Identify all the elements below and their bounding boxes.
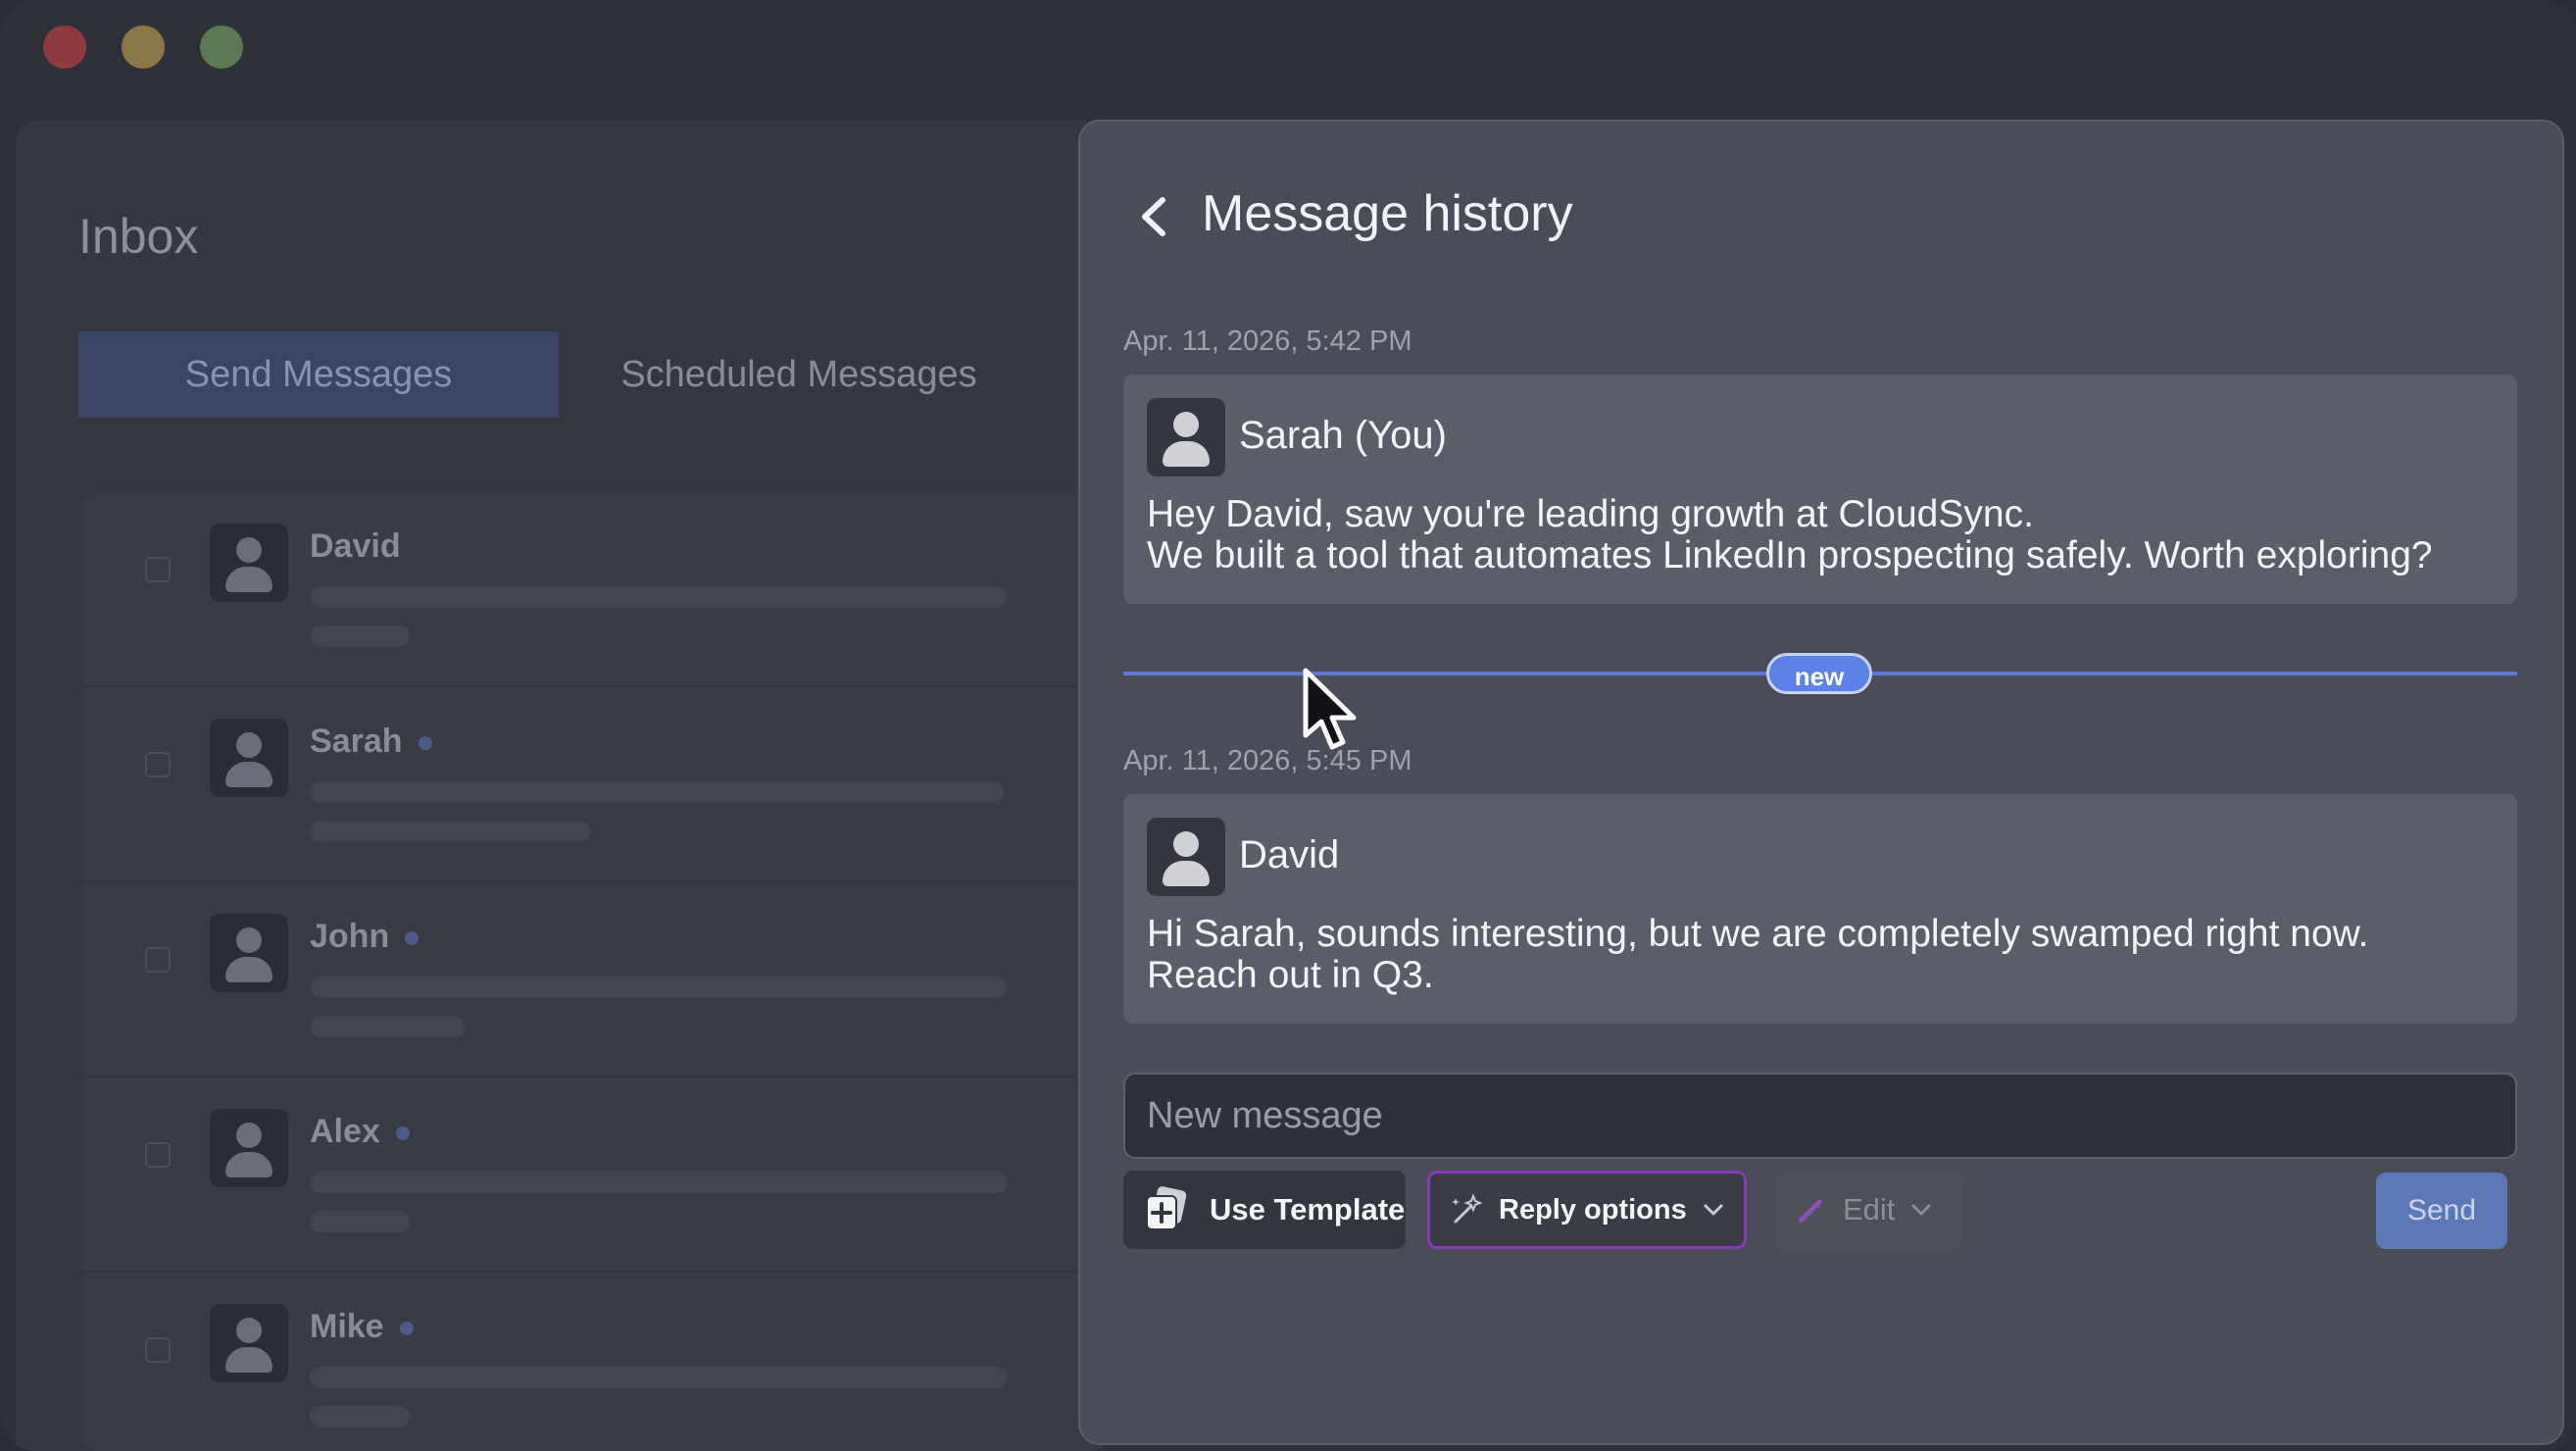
contact-name: John — [310, 918, 420, 956]
edit-dropdown[interactable]: Edit — [1776, 1171, 1962, 1249]
avatar — [210, 1109, 288, 1187]
online-indicator — [418, 736, 432, 751]
row-checkbox[interactable] — [145, 1337, 171, 1363]
tab-send-messages[interactable]: Send Messages — [78, 331, 559, 418]
chevron-down-icon — [1911, 1204, 1931, 1216]
avatar — [210, 719, 288, 797]
message-timestamp: Apr. 11, 2026, 5:45 PM — [1123, 745, 1412, 776]
contact-name: Sarah — [310, 723, 432, 761]
back-arrow-icon[interactable] — [1133, 192, 1176, 241]
edit-label: Edit — [1843, 1192, 1896, 1226]
avatar — [210, 524, 288, 602]
panel-title: Message history — [1202, 185, 1573, 242]
avatar — [210, 914, 288, 992]
message-timestamp: Apr. 11, 2026, 5:42 PM — [1123, 325, 1412, 357]
minimize-window-button[interactable] — [122, 25, 165, 69]
row-checkbox[interactable] — [145, 947, 171, 973]
contact-row-david[interactable]: David — [82, 492, 1104, 687]
contact-row-sarah[interactable]: Sarah — [82, 687, 1104, 882]
close-window-button[interactable] — [43, 25, 86, 69]
avatar — [1147, 818, 1225, 896]
message-preview-placeholder — [310, 976, 1008, 998]
message-sender: David — [1239, 833, 1340, 876]
message-preview-placeholder — [310, 1211, 410, 1232]
avatar — [210, 1304, 288, 1382]
tab-scheduled-messages[interactable]: Scheduled Messages — [559, 331, 1039, 418]
contact-name: David — [310, 527, 401, 565]
pencil-icon — [1799, 1199, 1822, 1223]
contact-row-mike[interactable]: Mike — [82, 1273, 1104, 1451]
contact-row-john[interactable]: John — [82, 882, 1104, 1077]
app-window: Inbox Send Messages Scheduled Messages D… — [0, 0, 2576, 1451]
message-text: Hey David, saw you're leading growth at … — [1147, 493, 2433, 576]
online-indicator — [405, 931, 420, 946]
contact-list: David Sarah John Alex Mike — [82, 492, 1104, 1451]
message-preview-placeholder — [310, 1172, 1008, 1193]
avatar — [1147, 398, 1225, 476]
magic-wand-icon — [1452, 1193, 1483, 1224]
online-indicator — [395, 1126, 410, 1141]
inbox-title: Inbox — [78, 209, 199, 264]
inbox-tabs: Send Messages Scheduled Messages — [78, 331, 1104, 418]
row-checkbox[interactable] — [145, 1142, 171, 1168]
contact-name: Mike — [310, 1308, 414, 1346]
online-indicator — [399, 1322, 414, 1336]
message-preview-placeholder — [310, 1406, 410, 1427]
template-icon — [1146, 1186, 1187, 1230]
message-preview-placeholder — [310, 625, 410, 647]
message-preview-placeholder — [310, 1367, 1008, 1388]
message-preview-placeholder — [310, 781, 1004, 803]
row-checkbox[interactable] — [145, 752, 171, 777]
contact-name: Alex — [310, 1113, 410, 1151]
title-bar — [0, 0, 2576, 108]
send-button[interactable]: Send — [2376, 1173, 2507, 1249]
mouse-cursor-icon — [1303, 668, 1357, 750]
message-text: Hi Sarah, sounds interesting, but we are… — [1147, 913, 2369, 996]
chevron-down-icon — [1704, 1204, 1723, 1216]
use-template-label: Use Template — [1210, 1192, 1406, 1226]
new-message-input[interactable] — [1123, 1073, 2517, 1159]
inbox-panel: Inbox Send Messages Scheduled Messages D… — [16, 120, 1104, 1451]
message-bubble: David Hi Sarah, sounds interesting, but … — [1123, 794, 2517, 1024]
message-preview-placeholder — [310, 586, 1008, 608]
maximize-window-button[interactable] — [200, 25, 243, 69]
reply-options-dropdown[interactable]: Reply options — [1427, 1171, 1747, 1249]
message-preview-placeholder — [310, 821, 590, 842]
message-sender: Sarah (You) — [1239, 414, 1447, 457]
new-badge: new — [1766, 653, 1872, 694]
message-preview-placeholder — [310, 1016, 465, 1037]
reply-options-label: Reply options — [1499, 1193, 1687, 1226]
contact-row-alex[interactable]: Alex — [82, 1077, 1104, 1273]
row-checkbox[interactable] — [145, 557, 171, 582]
message-bubble: Sarah (You) Hey David, saw you're leadin… — [1123, 375, 2517, 604]
message-history-panel: Message history Apr. 11, 2026, 5:42 PM S… — [1078, 120, 2564, 1445]
use-template-button[interactable]: Use Template — [1123, 1171, 1406, 1249]
